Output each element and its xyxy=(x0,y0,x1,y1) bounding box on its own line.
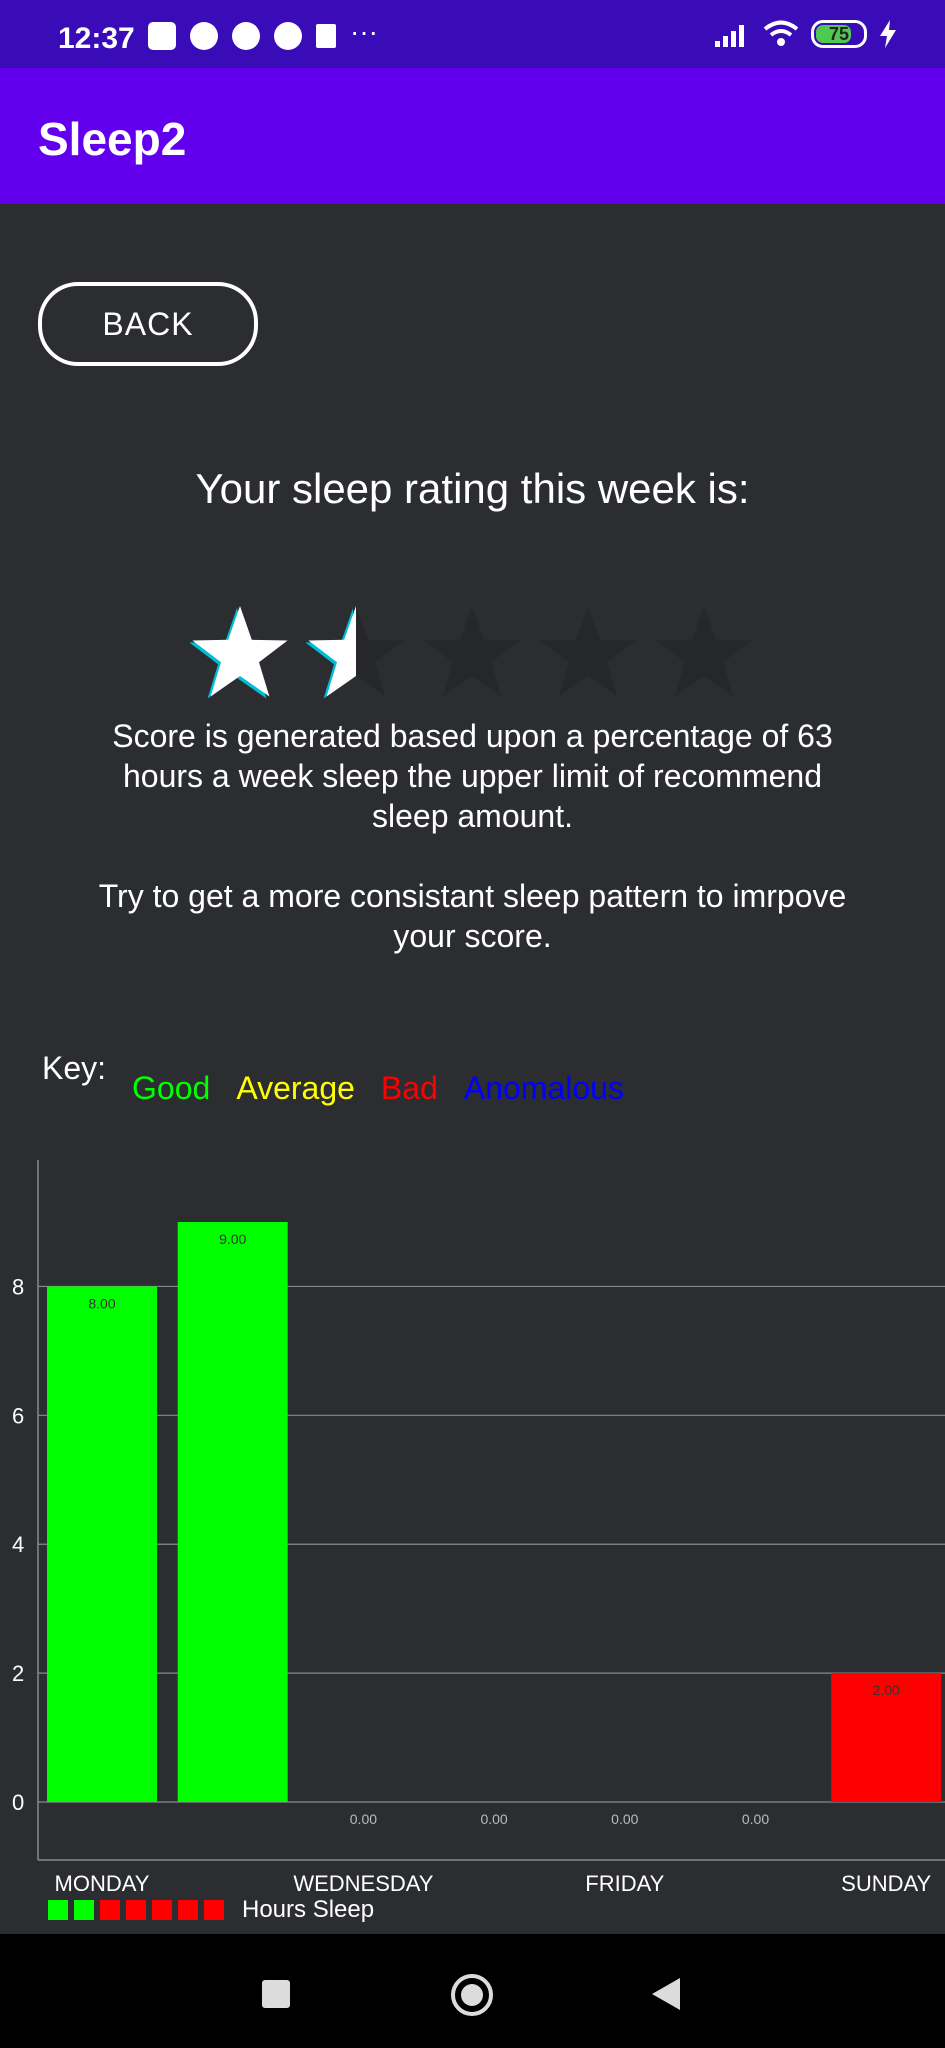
bar-value-label: 2.00 xyxy=(873,1682,900,1698)
score-description: Score is generated based upon a percenta… xyxy=(90,716,855,956)
key-average: Average xyxy=(236,1070,355,1106)
y-tick-label: 2 xyxy=(12,1661,24,1686)
bar-monday xyxy=(47,1286,157,1802)
chart-legend: Hours Sleep xyxy=(48,1896,374,1924)
bar-value-label: 0.00 xyxy=(480,1811,507,1827)
system-icons: 75 xyxy=(715,20,897,48)
download-icon xyxy=(316,24,336,48)
key-label: Key: xyxy=(42,1050,107,1086)
star-empty-icon xyxy=(540,606,636,697)
messenger-icon xyxy=(232,22,260,50)
signal-icon xyxy=(715,25,744,47)
battery-icon: 75 xyxy=(811,20,867,48)
star-empty-icon xyxy=(656,606,752,697)
bar-value-label: 8.00 xyxy=(88,1295,115,1311)
x-tick-label: FRIDAY xyxy=(585,1871,664,1896)
wifi-icon xyxy=(763,20,799,46)
x-tick-label: SUNDAY xyxy=(841,1871,931,1896)
key-anomalous: Anomalous xyxy=(463,1070,624,1106)
x-tick-label: MONDAY xyxy=(55,1871,150,1896)
color-key: Key: Good Average Bad Anomalous xyxy=(42,1050,650,1107)
charging-icon xyxy=(880,20,896,48)
messenger-icon xyxy=(190,22,218,50)
back-nav-button[interactable] xyxy=(652,1978,680,2010)
y-tick-label: 0 xyxy=(12,1790,24,1815)
status-bar: 12:37 ··· 75 xyxy=(0,0,945,68)
key-bad: Bad xyxy=(380,1070,438,1106)
bar-value-label: 9.00 xyxy=(219,1231,246,1247)
bar-tuesday xyxy=(177,1222,288,1802)
recent-apps-button[interactable] xyxy=(262,1980,290,2008)
navigation-bar xyxy=(0,1934,945,2048)
app-title: Sleep2 xyxy=(38,113,187,165)
battery-level: 75 xyxy=(828,23,850,44)
legend-swatch xyxy=(178,1900,198,1920)
legend-label: Hours Sleep xyxy=(242,1896,375,1923)
legend-swatch xyxy=(204,1900,224,1920)
sleep-bar-chart: 0 2 4 6 8 8.00 9.00 0.00 0.00 0.00 0.00 2.00 MONDAY W… xyxy=(12,1160,945,1896)
rating-title: Your sleep rating this week is: xyxy=(195,465,750,512)
score-explanation: Score is generated based upon a percenta… xyxy=(112,718,833,834)
y-tick-label: 6 xyxy=(12,1403,24,1428)
bar-value-label: 0.00 xyxy=(742,1811,769,1827)
y-tick-label: 4 xyxy=(12,1532,24,1557)
y-tick-label: 8 xyxy=(12,1274,24,1299)
key-good: Good xyxy=(132,1070,211,1106)
legend-swatch xyxy=(126,1900,146,1920)
reddit-icon xyxy=(274,22,302,50)
legend-swatch xyxy=(100,1900,120,1920)
notification-icons: ··· xyxy=(148,16,378,50)
x-tick-label: WEDNESDAY xyxy=(293,1871,433,1896)
more-dots-icon: ··· xyxy=(350,16,378,47)
status-time: 12:37 xyxy=(58,22,135,55)
legend-swatch xyxy=(48,1900,68,1920)
legend-swatch xyxy=(74,1900,94,1920)
star-filled-icon xyxy=(192,606,288,697)
home-button[interactable] xyxy=(451,1974,493,2016)
upload-icon xyxy=(148,22,176,50)
bar-value-label: 0.00 xyxy=(611,1811,638,1827)
improvement-tip: Try to get a more consistant sleep patte… xyxy=(98,878,847,954)
back-button[interactable]: BACK xyxy=(38,282,258,366)
bar-value-label: 0.00 xyxy=(350,1811,377,1827)
star-rating[interactable] xyxy=(190,604,770,708)
legend-swatch xyxy=(152,1900,172,1920)
app-bar: Sleep2 xyxy=(0,68,945,204)
star-empty-icon xyxy=(424,606,520,697)
